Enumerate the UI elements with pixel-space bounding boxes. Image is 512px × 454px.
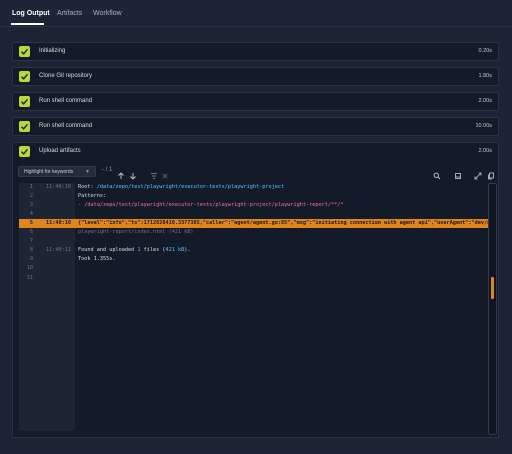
line-timestamp: 11:40:11 (46, 247, 71, 254)
line-number: 7 (29, 238, 33, 245)
line-text-segment: /data/zepo/test/playwright/executor-test… (96, 184, 285, 190)
expand-icon[interactable] (474, 167, 482, 180)
line-text-segment: ). (184, 247, 191, 254)
line-number: 8 (29, 247, 33, 254)
line-number: 2 (29, 193, 33, 200)
step-duration: 2.00s (478, 148, 492, 154)
log-viewer: Highlight for keywords ▼ - / 1 1 11:40:10 (12, 162, 499, 438)
tabs-divider (0, 26, 512, 27)
log-scrollbar[interactable] (488, 183, 497, 435)
log-line: 9 Took 1.355s. (19, 255, 489, 264)
scrollbar-thumb[interactable] (491, 277, 494, 299)
line-text-segment: playwright-report/index.html (421 kB) (78, 229, 194, 236)
line-text-segment: Took 1.355s. (78, 256, 116, 263)
log-line: 4 (19, 210, 489, 219)
check-icon (19, 96, 30, 107)
arrow-down-icon[interactable] (129, 167, 137, 180)
log-line: 8 11:40:11 Found and uploaded 1 files (421… (19, 246, 489, 255)
step-run-shell-command-2[interactable]: Run shell command 10.00s (12, 117, 499, 136)
line-text-segment: Found and uploaded (78, 247, 138, 254)
log-line: 3 - /data/zepo/test/playwright/executor-t… (19, 201, 489, 210)
line-text: Patterns: (78, 193, 106, 199)
line-text: playwright-report/index.html (421 kB) (78, 229, 194, 235)
line-text: {"level":"info","ts":1712828410.3377385,… (78, 220, 489, 226)
tab-bar: Log Output Artifacts Workflow (0, 0, 512, 30)
tab-artifacts[interactable]: Artifacts (57, 10, 82, 17)
check-icon (19, 146, 30, 157)
check-icon (19, 46, 30, 57)
line-number: 1 (29, 184, 33, 190)
line-number: 4 (29, 211, 33, 218)
log-line: 7 (19, 237, 489, 246)
step-label: Initializing (39, 48, 66, 54)
line-number: 3 (29, 202, 33, 209)
step-duration: 1.80s (478, 73, 492, 79)
line-text-segment: Root: (78, 184, 97, 190)
log-line: 11 (19, 274, 489, 283)
keyword-select-value: Highlight for keywords (24, 169, 74, 175)
line-number: 5 (29, 220, 33, 227)
line-text-segment: 421 kB (165, 247, 185, 254)
clipboard-icon[interactable] (487, 167, 495, 180)
copy-icon[interactable] (454, 167, 462, 179)
line-number: 9 (29, 256, 33, 263)
line-text-segment: Patterns: (78, 193, 107, 200)
log-line-highlighted: 5 11:40:10 {"level":"info","ts":1712828410… (19, 219, 489, 228)
tab-log-output[interactable]: Log Output (12, 10, 50, 17)
line-text: Found and uploaded 1 files (421 kB). (78, 247, 190, 253)
step-label: Clone Git repository (39, 73, 93, 79)
step-label: Run shell command (39, 123, 93, 129)
line-text-segment: - /data/zepo/test/playwright/executor-te… (78, 202, 344, 209)
log-line: 1 11:40:10 Root: /data/zepo/test/playwrigh… (19, 183, 489, 192)
step-clone-git-repository[interactable]: Clone Git repository 1.80s (12, 67, 499, 86)
log-line: 6 playwright-report/index.html (421 kB) (19, 228, 489, 237)
step-label: Upload artifacts (39, 148, 81, 154)
tab-workflow[interactable]: Workflow (93, 10, 122, 17)
step-duration: 0.20s (478, 48, 492, 54)
line-text-segment: {"level":"info","ts":1712828410.3377385,… (78, 220, 489, 227)
check-icon (19, 121, 30, 132)
active-tab-indicator (11, 23, 44, 25)
line-text: - /data/zepo/test/playwright/executor-te… (78, 202, 343, 208)
match-counter: - / 1 (102, 167, 113, 173)
line-number: 6 (29, 229, 33, 236)
clear-icon[interactable] (161, 167, 169, 179)
log-toolbar: Highlight for keywords ▼ - / 1 (13, 162, 498, 180)
line-timestamp: 11:40:10 (46, 184, 71, 190)
step-initializing[interactable]: Initializing 0.20s (12, 42, 499, 61)
step-upload-artifacts[interactable]: Upload artifacts 2.00s (12, 142, 499, 163)
check-icon (19, 71, 30, 82)
line-text: Took 1.355s. (78, 256, 115, 262)
line-number: 10 (26, 265, 33, 272)
step-duration: 2.00s (478, 98, 492, 104)
log-line: 2 Patterns: (19, 192, 489, 201)
arrow-up-icon[interactable] (117, 167, 125, 179)
step-label: Run shell command (39, 98, 93, 104)
chevron-down-icon: ▼ (85, 169, 90, 175)
step-run-shell-command-1[interactable]: Run shell command 2.00s (12, 92, 499, 111)
line-number: 11 (26, 274, 33, 281)
line-text: Root: /data/zepo/test/playwright/executo… (78, 184, 284, 190)
log-line: 10 (19, 264, 489, 273)
step-duration: 10.00s (475, 123, 492, 129)
search-icon[interactable] (433, 167, 441, 180)
line-timestamp: 11:40:10 (46, 220, 71, 227)
line-text-segment: files ( (140, 247, 166, 254)
filter-icon[interactable] (150, 167, 158, 179)
keyword-highlight-select[interactable]: Highlight for keywords ▼ (18, 166, 96, 177)
